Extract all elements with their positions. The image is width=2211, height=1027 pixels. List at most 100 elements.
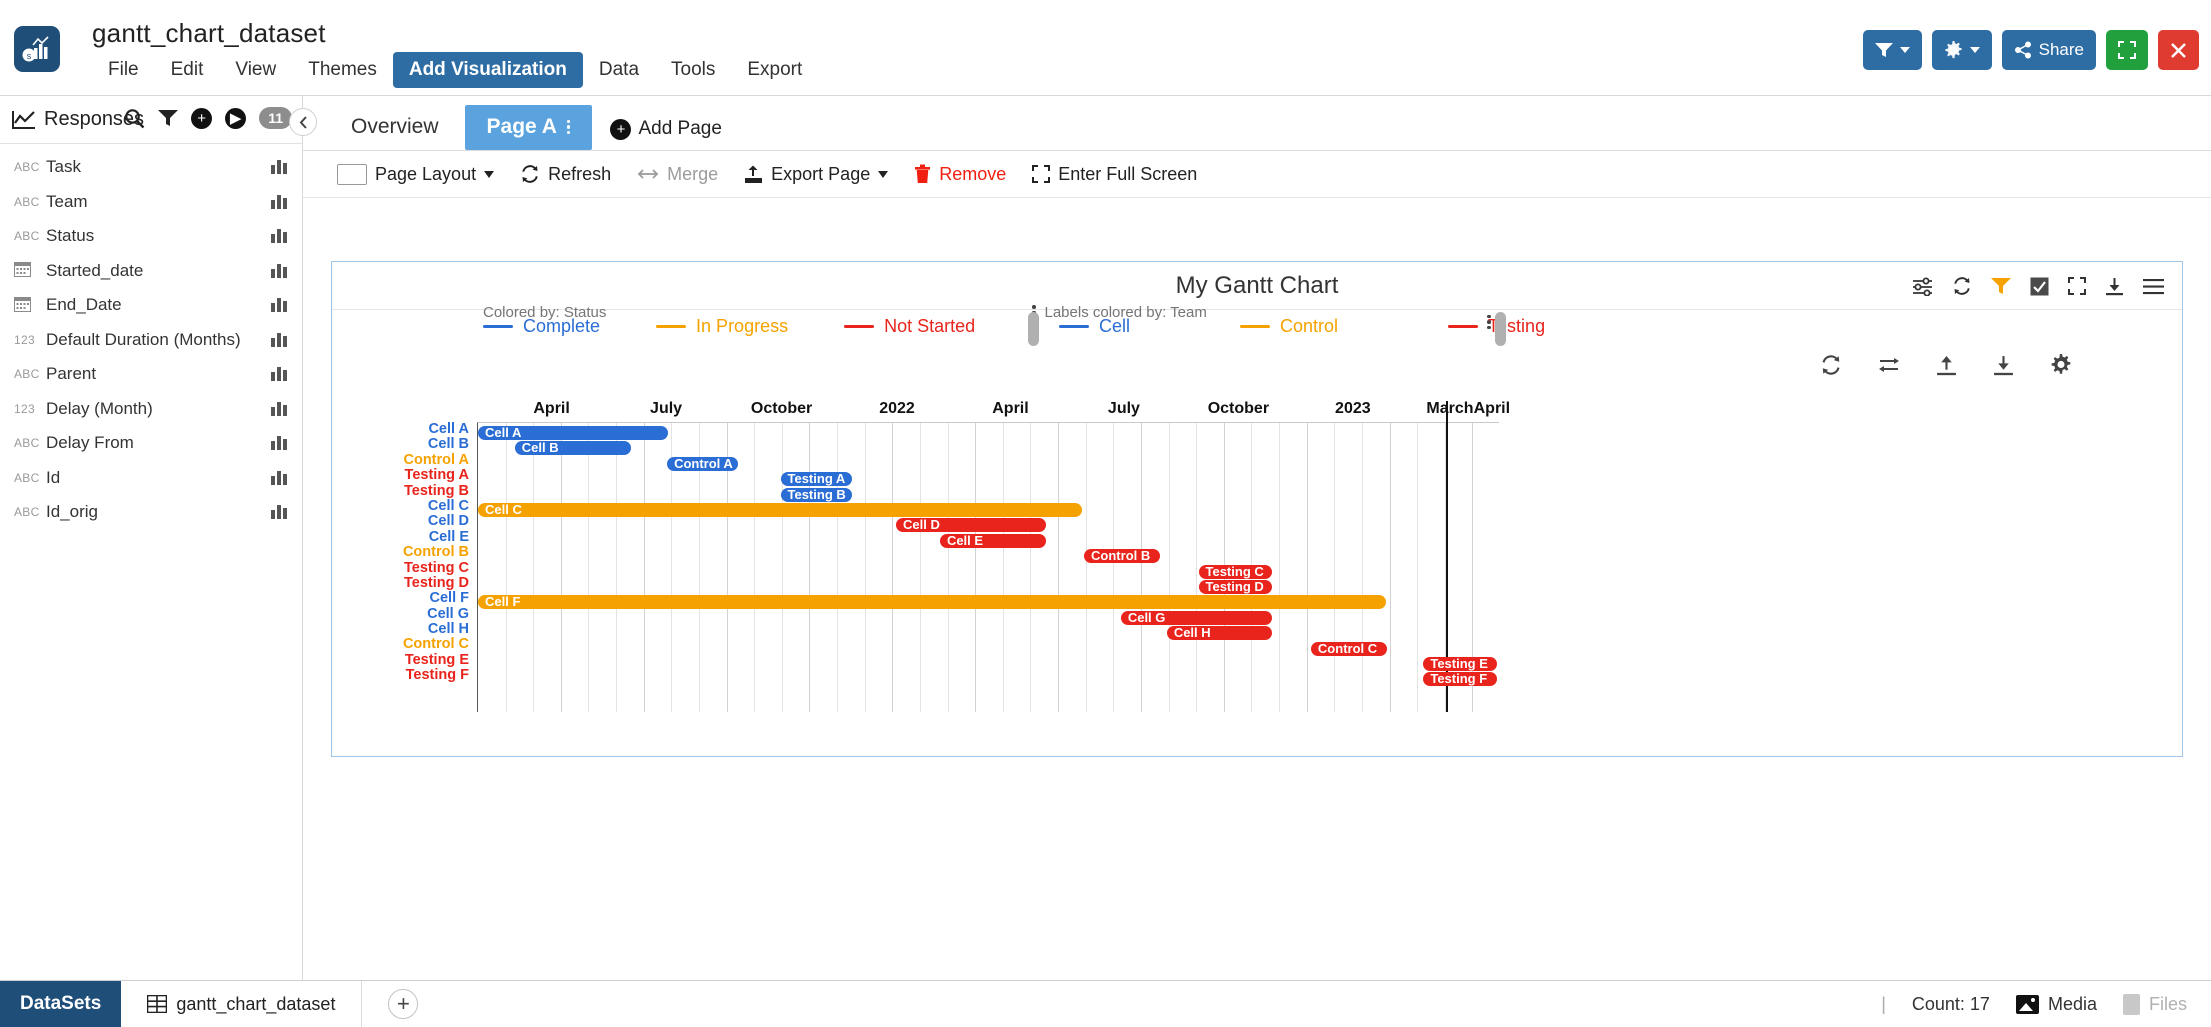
legend-item-not-started[interactable]: Not Started <box>844 316 975 337</box>
gantt-bar[interactable]: Cell H <box>1166 626 1273 641</box>
checkbox-icon[interactable] <box>2030 277 2049 296</box>
gantt-row-labels: Cell A Cell B Control A Testing A Testin… <box>332 421 477 684</box>
gantt-bar[interactable]: Testing B <box>780 487 853 502</box>
field-row[interactable]: ABC Delay From <box>0 426 302 461</box>
gantt-bar[interactable]: Control A <box>667 456 738 471</box>
menu-tools[interactable]: Tools <box>655 52 731 88</box>
field-row[interactable]: Started_date <box>0 254 302 289</box>
menu-themes[interactable]: Themes <box>292 52 393 88</box>
field-row[interactable]: ABC Id <box>0 461 302 496</box>
field-chart-icon[interactable] <box>271 331 288 352</box>
gantt-bar[interactable]: Control B <box>1084 549 1160 564</box>
gantt-bar[interactable]: Cell B <box>514 441 632 456</box>
add-dataset-button[interactable]: + <box>388 989 419 1019</box>
field-chart-icon[interactable] <box>271 227 288 248</box>
field-row[interactable]: ABC Task <box>0 150 302 185</box>
gantt-bar[interactable]: Testing A <box>780 472 853 487</box>
field-chart-icon[interactable] <box>271 503 288 524</box>
remove-button[interactable]: Remove <box>914 164 1006 185</box>
refresh-icon[interactable] <box>1820 354 1842 376</box>
tab-page-a[interactable]: Page A <box>464 105 593 150</box>
play-circle-icon[interactable]: ▶ <box>225 107 247 129</box>
filter-button[interactable] <box>1862 30 1922 70</box>
files-button[interactable]: Files <box>2122 993 2187 1015</box>
field-row[interactable]: ABC Parent <box>0 357 302 392</box>
dataset-tab-gantt-chart-dataset[interactable]: gantt_chart_dataset <box>121 980 363 1027</box>
main-area: Overview Page A + Add Page Page Layout R… <box>303 96 2211 980</box>
menu-file[interactable]: File <box>92 52 155 88</box>
menu-add-visualization[interactable]: Add Visualization <box>392 52 583 88</box>
refresh-icon[interactable] <box>1952 276 1972 296</box>
legend-item-cell[interactable]: Cell <box>1059 316 1130 337</box>
hamburger-icon[interactable] <box>2143 278 2164 295</box>
bottom-right-status: | Count: 17 Media Files <box>1881 993 2211 1015</box>
media-button[interactable]: Media <box>2015 994 2097 1015</box>
field-row[interactable]: End_Date <box>0 288 302 323</box>
app-logo-icon: s <box>14 26 60 72</box>
gantt-bar[interactable]: Testing F <box>1423 672 1497 687</box>
enter-full-screen-label: Enter Full Screen <box>1058 163 1198 184</box>
upload-icon[interactable] <box>1936 355 1957 376</box>
field-chart-icon[interactable] <box>271 365 288 386</box>
filter-icon[interactable] <box>1991 277 2011 295</box>
share-button[interactable]: Share <box>2001 30 2096 70</box>
legend-row: Complete In Progress Not Started Cell Co… <box>332 310 2182 346</box>
field-row[interactable]: 123 Default Duration (Months) <box>0 323 302 358</box>
filter-icon[interactable] <box>158 109 179 127</box>
field-chart-icon[interactable] <box>271 434 288 455</box>
menu-export[interactable]: Export <box>731 52 818 88</box>
download-icon[interactable] <box>2105 277 2124 296</box>
menu-view[interactable]: View <box>219 52 292 88</box>
gear-icon[interactable] <box>2050 354 2072 376</box>
gantt-gridline <box>643 423 645 712</box>
page-layout-button[interactable]: Page Layout <box>337 163 495 185</box>
search-icon[interactable] <box>124 108 145 129</box>
field-row[interactable]: ABC Team <box>0 185 302 220</box>
legend-item-complete[interactable]: Complete <box>483 316 600 337</box>
gantt-bar[interactable]: Cell G <box>1120 610 1273 625</box>
add-page-button[interactable]: + Add Page <box>596 108 735 150</box>
field-row[interactable]: 123 Delay (Month) <box>0 392 302 427</box>
close-button[interactable] <box>2158 30 2199 70</box>
refresh-button[interactable]: Refresh <box>520 164 611 185</box>
legend-item-in-progress[interactable]: In Progress <box>656 316 788 337</box>
tab-menu-icon[interactable] <box>566 119 571 135</box>
datasets-tab[interactable]: DataSets <box>0 980 122 1027</box>
plus-circle-icon[interactable]: + <box>191 107 213 129</box>
tab-overview[interactable]: Overview <box>329 105 461 150</box>
settings-button[interactable] <box>1931 30 1992 70</box>
field-row[interactable]: ABC Id_orig <box>0 495 302 530</box>
download-icon[interactable] <box>1993 355 2014 376</box>
field-chart-icon[interactable] <box>271 193 288 214</box>
enter-full-screen-button[interactable]: Enter Full Screen <box>1032 164 1197 185</box>
gantt-bar[interactable]: Cell C <box>478 503 1082 517</box>
legend-scroll-handle-right[interactable] <box>1495 312 1506 346</box>
gantt-bar[interactable]: Cell E <box>939 533 1047 548</box>
gantt-bar[interactable]: Control C <box>1310 641 1387 656</box>
legend-item-control[interactable]: Control <box>1240 316 1338 337</box>
gantt-bar[interactable]: Testing D <box>1198 580 1273 594</box>
gantt-bar[interactable]: Testing E <box>1423 657 1497 671</box>
field-row[interactable]: ABC Status <box>0 219 302 254</box>
field-chart-icon[interactable] <box>271 296 288 317</box>
field-chart-icon[interactable] <box>271 400 288 421</box>
gantt-bar[interactable]: Cell F <box>478 595 1386 610</box>
fullscreen-icon[interactable] <box>2068 277 2086 295</box>
export-page-button[interactable]: Export Page <box>744 164 889 185</box>
remove-label: Remove <box>939 163 1007 184</box>
menu-data[interactable]: Data <box>583 52 655 88</box>
chart-mini-toolbar <box>1820 354 2072 376</box>
menu-edit[interactable]: Edit <box>155 52 220 88</box>
sidebar-collapse-button[interactable] <box>289 108 317 136</box>
swap-icon[interactable] <box>1878 355 1900 375</box>
fullscreen-button[interactable] <box>2106 30 2148 70</box>
field-chart-icon[interactable] <box>271 158 288 179</box>
gantt-gridline <box>892 423 894 712</box>
field-chart-icon[interactable] <box>271 262 288 283</box>
field-chart-icon[interactable] <box>271 469 288 490</box>
legend-scroll-handle-left[interactable] <box>1028 312 1039 346</box>
gantt-bar[interactable]: Cell A <box>478 426 669 440</box>
sliders-icon[interactable] <box>1912 277 1933 296</box>
gantt-bar[interactable]: Cell D <box>895 518 1047 533</box>
gantt-bar[interactable]: Testing C <box>1198 564 1273 579</box>
